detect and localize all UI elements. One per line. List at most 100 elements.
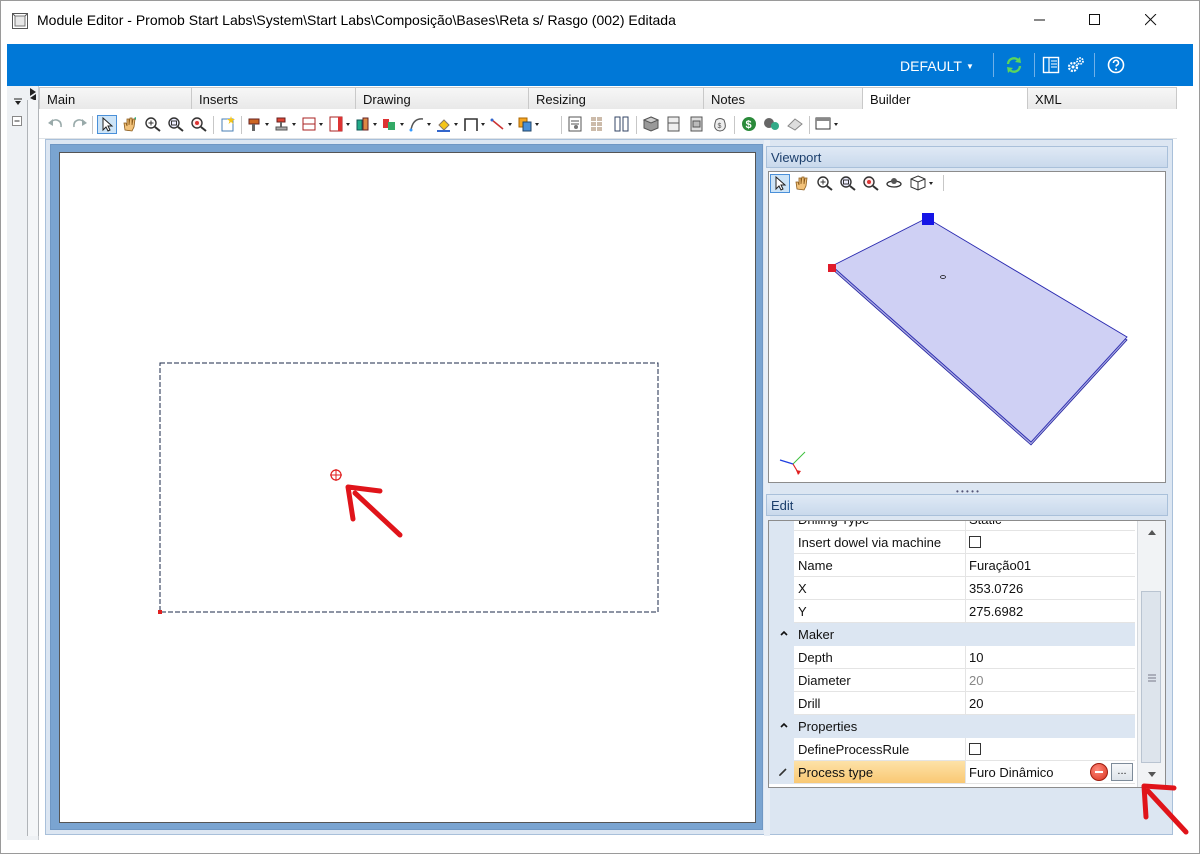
row-gutter [769, 761, 794, 784]
chevron-up-icon[interactable] [779, 628, 789, 638]
pan-hand-icon[interactable] [121, 116, 139, 132]
profile-dropdown[interactable]: DEFAULT ▼ [900, 58, 974, 74]
window-view-dropdown-icon[interactable] [815, 116, 841, 132]
close-button[interactable] [1128, 1, 1174, 39]
property-row-x[interactable]: X 353.0726 [769, 577, 1135, 600]
curve-tool-dropdown-icon[interactable] [409, 116, 433, 132]
new-part-icon[interactable] [219, 116, 237, 132]
builder-toolbar: $ $ [39, 109, 1177, 139]
tab-resizing[interactable]: Resizing [528, 87, 704, 109]
viewport-panel[interactable] [768, 171, 1166, 483]
zoom-in-icon[interactable] [144, 116, 162, 132]
insert-dowel-checkbox[interactable] [969, 536, 981, 548]
property-row-insert-dowel[interactable]: Insert dowel via machine [769, 531, 1135, 554]
depth-value-field[interactable]: 10 [966, 646, 1135, 669]
minimize-button[interactable] [1017, 1, 1063, 39]
maximize-button[interactable] [1072, 1, 1118, 39]
settings-button[interactable] [1066, 55, 1086, 75]
tab-drawing[interactable]: Drawing [355, 87, 529, 109]
process-type-value-field[interactable]: Furo Dinâmico ... [966, 761, 1135, 784]
piece-tool-dropdown-icon[interactable] [355, 116, 379, 132]
y-value-field[interactable]: 275.6982 [966, 600, 1135, 623]
tab-builder[interactable]: Builder [862, 87, 1028, 110]
drill-tool-dropdown-icon[interactable] [247, 116, 271, 132]
select-pointer-icon[interactable] [97, 115, 117, 134]
drawing-canvas[interactable] [59, 152, 756, 823]
zoom-extents-icon[interactable] [862, 175, 880, 191]
zoom-in-icon[interactable] [816, 175, 834, 191]
layout-button[interactable] [1041, 55, 1061, 75]
scroll-up-arrow-icon[interactable] [1138, 523, 1166, 541]
chevron-up-icon[interactable] [779, 720, 789, 730]
view-cube-dropdown-icon[interactable] [910, 175, 938, 191]
category-properties[interactable]: Properties [769, 715, 1135, 738]
undo-icon[interactable] [47, 116, 65, 132]
property-row-process-type[interactable]: Process type Furo Dinâmico ... [769, 761, 1135, 784]
zoom-extents-icon[interactable] [190, 116, 208, 132]
scrollbar-grip-icon [1148, 674, 1156, 682]
tab-xml[interactable]: XML [1027, 87, 1177, 109]
help-button[interactable] [1106, 55, 1126, 75]
category-maker[interactable]: Maker [769, 623, 1135, 646]
x-value-field[interactable]: 353.0726 [966, 577, 1135, 600]
frame-tool-dropdown-icon[interactable] [463, 116, 487, 132]
refresh-button[interactable] [1004, 55, 1024, 75]
price-icon[interactable]: $ [740, 116, 758, 132]
property-row-define-process-rule[interactable]: DefineProcessRule [769, 738, 1135, 761]
dropdown-arrow-icon[interactable] [13, 97, 23, 107]
property-grid-scrollbar[interactable] [1137, 521, 1165, 787]
toolbar-separator [734, 116, 735, 134]
toolbar-separator [92, 116, 93, 134]
eraser-icon[interactable] [786, 116, 804, 132]
select-pointer-icon[interactable] [770, 174, 790, 193]
tab-main[interactable]: Main [39, 87, 192, 109]
drawer-icon[interactable] [688, 116, 706, 132]
property-row-diameter[interactable]: Diameter 20 [769, 669, 1135, 692]
zoom-window-icon[interactable] [839, 175, 857, 191]
tab-inserts[interactable]: Inserts [191, 87, 356, 109]
property-value[interactable]: Static [966, 521, 1135, 531]
zoom-window-icon[interactable] [167, 116, 185, 132]
tab-notes[interactable]: Notes [703, 87, 863, 109]
door-tool-dropdown-icon[interactable] [328, 116, 352, 132]
property-row-drilling-type[interactable]: Drilling Type Static [769, 521, 1135, 531]
money-bag-icon[interactable]: $ [711, 116, 729, 132]
fill-tool-dropdown-icon[interactable] [436, 116, 460, 132]
diameter-value-field: 20 [966, 669, 1135, 692]
toolbar-separator [213, 116, 214, 134]
panel-expand-arrows-icon[interactable] [27, 87, 39, 101]
cabinet-icon[interactable] [665, 116, 683, 132]
panel-tool-dropdown-icon[interactable] [517, 116, 541, 132]
ellipsis-browse-button[interactable]: ... [1111, 763, 1133, 781]
scrollbar-thumb[interactable] [1141, 591, 1161, 763]
left-collapsed-panel[interactable] [7, 86, 39, 840]
property-value[interactable] [966, 531, 1135, 554]
property-row-depth[interactable]: Depth 10 [769, 646, 1135, 669]
orbit-icon[interactable] [885, 175, 903, 191]
split-columns-icon[interactable] [613, 116, 631, 132]
drill-value-field[interactable]: 20 [966, 692, 1135, 715]
define-process-rule-checkbox[interactable] [969, 743, 981, 755]
panel-origin-point [158, 610, 162, 614]
hinge-tool-dropdown-icon[interactable] [274, 116, 298, 132]
clear-value-button[interactable] [1090, 763, 1108, 781]
properties-sheet-icon[interactable] [567, 116, 585, 132]
component-tool-dropdown-icon[interactable] [382, 116, 406, 132]
property-value[interactable] [966, 738, 1135, 761]
resize-handle-red [828, 264, 836, 272]
drawing-canvas-svg [158, 362, 659, 614]
collapse-tree-icon[interactable] [12, 116, 23, 127]
property-row-name[interactable]: Name Furação01 [769, 554, 1135, 577]
shelf-tool-dropdown-icon[interactable] [301, 116, 325, 132]
redo-icon[interactable] [70, 116, 88, 132]
property-row-y[interactable]: Y 275.6982 [769, 600, 1135, 623]
name-value-field[interactable]: Furação01 [966, 554, 1135, 577]
line-tool-dropdown-icon[interactable] [490, 116, 514, 132]
material-swap-icon[interactable] [763, 116, 781, 132]
property-row-drill[interactable]: Drill 20 [769, 692, 1135, 715]
panel-outline-2d [159, 362, 659, 613]
box-3d-icon[interactable] [642, 116, 660, 132]
viewport-toolbar [769, 172, 1165, 194]
pan-hand-icon[interactable] [793, 175, 811, 191]
grid-pattern-icon[interactable] [590, 116, 608, 132]
